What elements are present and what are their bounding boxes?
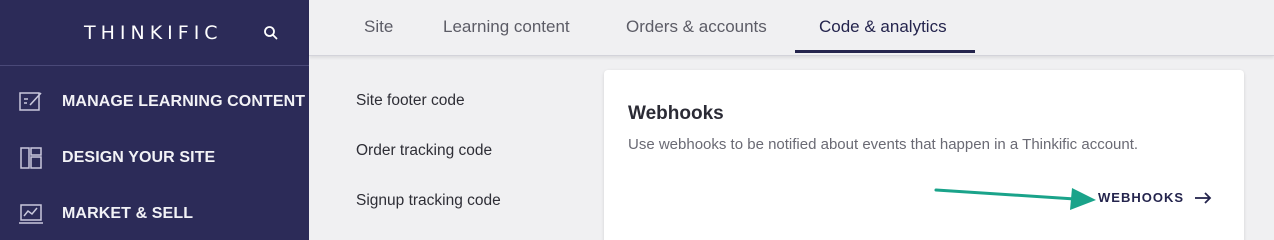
- sidebar-item-label: MARKET & SELL: [62, 205, 194, 222]
- annotation-arrow-icon: [934, 188, 1096, 210]
- brand-header: THINKIFIC: [0, 0, 309, 66]
- subnav-signup-tracking-code[interactable]: Signup tracking code: [356, 192, 501, 210]
- tab-site[interactable]: Site: [364, 17, 393, 37]
- brand-logo[interactable]: THINKIFIC: [84, 22, 223, 44]
- subnav-order-tracking-code[interactable]: Order tracking code: [356, 142, 492, 160]
- tab-code-analytics[interactable]: Code & analytics: [819, 17, 947, 37]
- card-description: Use webhooks to be notified about events…: [628, 136, 1139, 153]
- webhooks-link-label: WEBHOOKS: [1098, 190, 1184, 205]
- webhooks-link[interactable]: WEBHOOKS: [1098, 190, 1212, 205]
- sidebar: THINKIFIC MANAGE LEARNING CONTENT DESIGN…: [0, 0, 309, 240]
- settings-tab-bar: Site Learning content Orders & accounts …: [309, 0, 1274, 56]
- search-icon[interactable]: [262, 24, 280, 42]
- layout-icon: [20, 147, 42, 169]
- active-tab-indicator: [795, 50, 975, 53]
- tab-learning-content[interactable]: Learning content: [443, 17, 570, 37]
- card-title: Webhooks: [628, 103, 724, 124]
- sidebar-item-manage-learning-content[interactable]: MANAGE LEARNING CONTENT: [0, 76, 309, 128]
- subnav-site-footer-code[interactable]: Site footer code: [356, 92, 465, 110]
- edit-content-icon: [19, 92, 42, 111]
- sidebar-item-label: MANAGE LEARNING CONTENT: [62, 93, 306, 110]
- arrow-right-icon: [1195, 191, 1212, 204]
- chart-presentation-icon: [19, 204, 43, 224]
- sidebar-item-market-and-sell[interactable]: MARKET & SELL: [0, 188, 309, 240]
- sidebar-item-design-your-site[interactable]: DESIGN YOUR SITE: [0, 132, 309, 184]
- tab-orders-accounts[interactable]: Orders & accounts: [626, 17, 767, 37]
- sidebar-item-label: DESIGN YOUR SITE: [62, 149, 216, 166]
- webhooks-card: Webhooks Use webhooks to be notified abo…: [604, 70, 1244, 240]
